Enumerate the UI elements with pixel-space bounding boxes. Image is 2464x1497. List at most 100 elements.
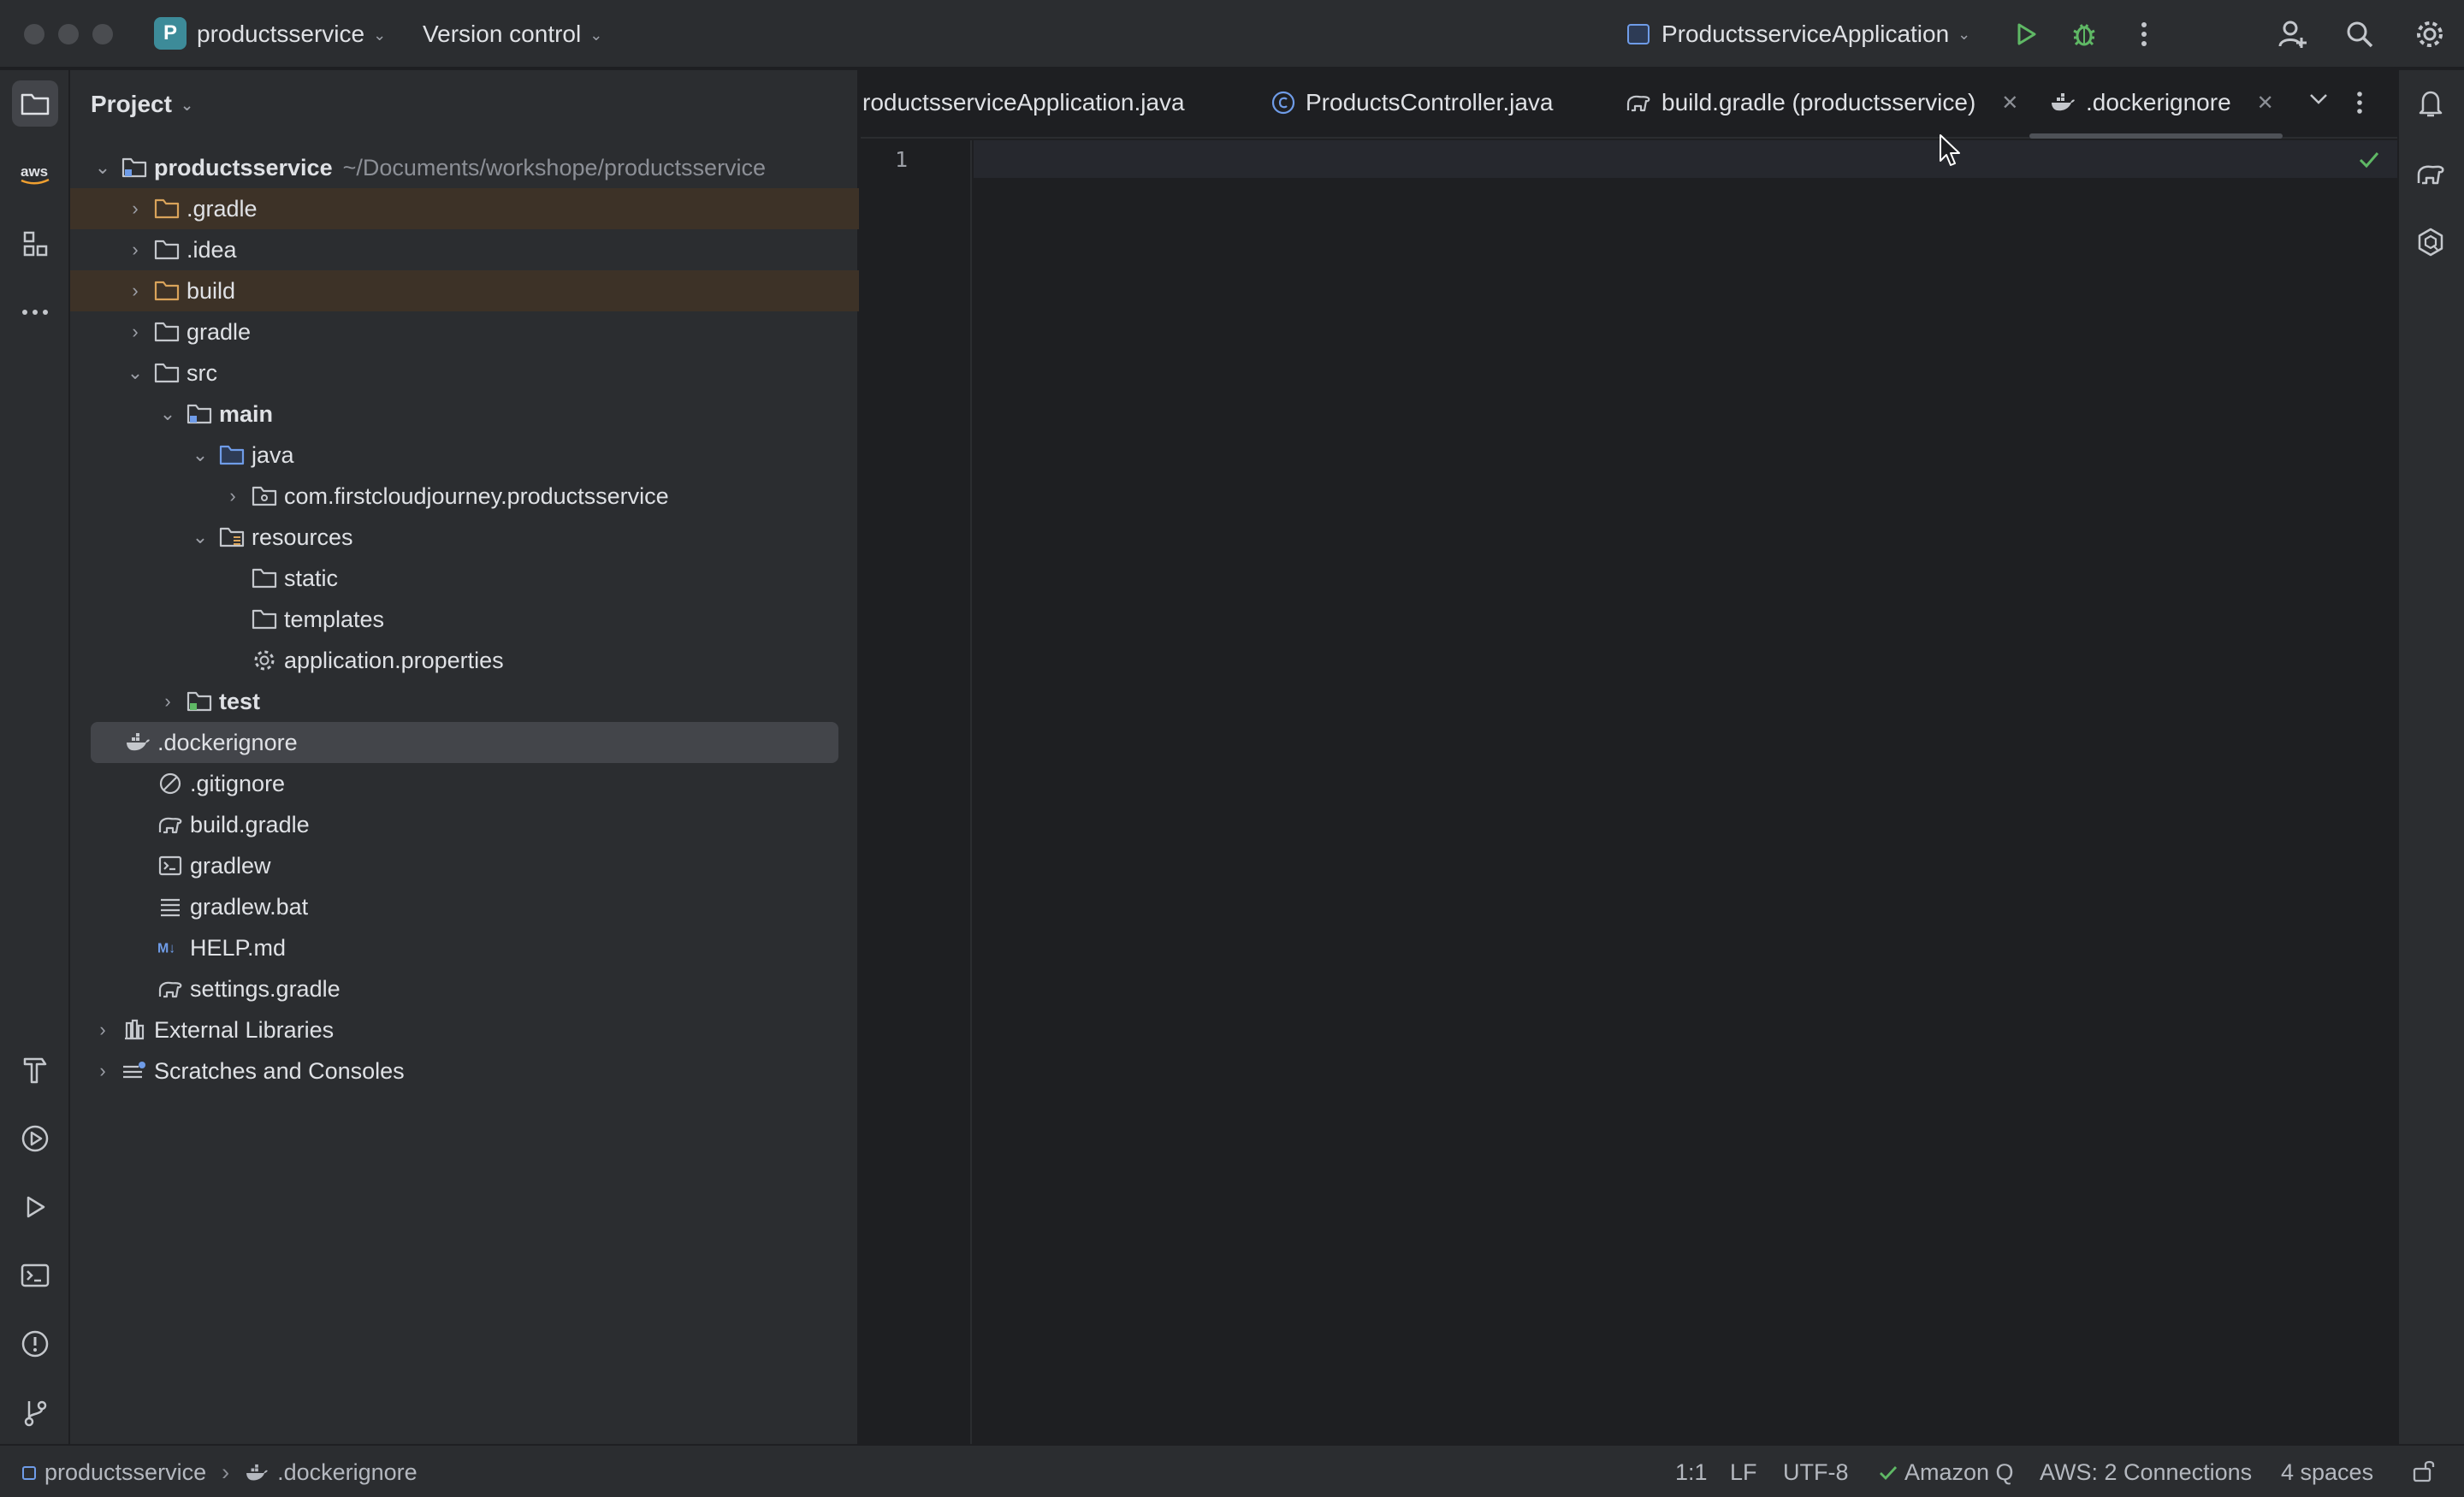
file-encoding[interactable]: UTF-8 xyxy=(1783,1459,1849,1486)
tree-row-static[interactable]: static xyxy=(70,558,859,599)
chevron-right-icon[interactable]: › xyxy=(125,198,145,220)
tree-row-test[interactable]: › test xyxy=(70,681,859,722)
project-panel-title: Project xyxy=(91,91,172,117)
debug-icon[interactable] xyxy=(2065,15,2103,53)
run-tool-window-icon[interactable] xyxy=(12,1184,58,1230)
tree-label: static xyxy=(284,565,339,591)
close-icon[interactable]: ✕ xyxy=(2001,91,2018,115)
breadcrumb-file[interactable]: .dockerignore xyxy=(277,1459,418,1486)
code-editor[interactable]: 1 xyxy=(861,140,2397,1444)
settings-gear-icon[interactable] xyxy=(2411,15,2449,53)
tree-label: .idea xyxy=(187,236,237,263)
window-minimize-button[interactable] xyxy=(58,24,79,44)
project-folder-icon[interactable] xyxy=(12,80,58,127)
tree-row-gradlew[interactable]: gradlew xyxy=(70,845,859,886)
vcs-menu[interactable]: Version control ⌄ xyxy=(423,21,602,48)
folder-icon xyxy=(252,606,277,632)
close-icon[interactable]: ✕ xyxy=(2257,91,2274,115)
tree-row-package[interactable]: › com.firstcloudjourney.productsservice xyxy=(70,476,859,517)
no-problems-check-icon[interactable] xyxy=(2358,151,2380,169)
notifications-bell-icon[interactable] xyxy=(2408,80,2454,127)
docker-icon xyxy=(245,1464,269,1482)
chevron-down-icon[interactable]: ⌄ xyxy=(190,526,210,548)
indent-setting[interactable]: 4 spaces xyxy=(2281,1459,2373,1486)
tree-label: main xyxy=(219,400,274,427)
chevron-down-icon[interactable]: ⌄ xyxy=(92,157,113,179)
tab-build-gradle[interactable]: build.gradle (productsservice) ✕ xyxy=(1626,89,2018,116)
amazon-q-hexagon-icon[interactable] xyxy=(2408,219,2454,265)
tree-row-dockerignore[interactable]: .dockerignore xyxy=(91,722,838,763)
lock-open-icon[interactable] xyxy=(2411,1458,2437,1483)
project-badge[interactable]: P xyxy=(154,17,187,50)
tree-label: build.gradle xyxy=(190,811,310,837)
tree-row-build[interactable]: › build xyxy=(70,270,859,311)
tree-row-gradle[interactable]: › gradle xyxy=(70,311,859,352)
more-tool-windows-icon[interactable] xyxy=(12,289,58,335)
tree-row-templates[interactable]: templates xyxy=(70,599,859,640)
terminal-icon[interactable] xyxy=(12,1252,58,1299)
tree-row-build-gradle[interactable]: build.gradle xyxy=(70,804,859,845)
chevron-down-icon[interactable]: ⌄ xyxy=(157,403,178,425)
tab-productsservice-application[interactable]: roductsserviceApplication.java xyxy=(862,89,1185,116)
tab-list-chevron-icon[interactable] xyxy=(2308,92,2329,106)
tree-row-java[interactable]: ⌄ java xyxy=(70,435,859,476)
tree-label: settings.gradle xyxy=(190,975,341,1002)
svg-text:M↓: M↓ xyxy=(157,942,175,956)
project-view-selector[interactable]: Project ⌄ xyxy=(91,91,193,118)
project-name: productsservice xyxy=(197,21,365,47)
git-branch-icon[interactable] xyxy=(12,1389,58,1435)
search-icon[interactable] xyxy=(2341,15,2378,53)
gradle-elephant-icon xyxy=(1626,92,1651,114)
tree-row-productsservice[interactable]: ⌄ productsservice ~/Documents/workshope/… xyxy=(70,147,859,188)
code-with-me-icon[interactable] xyxy=(2274,15,2312,53)
window-maximize-button[interactable] xyxy=(92,24,113,44)
line-separator[interactable]: LF xyxy=(1730,1459,1757,1486)
tree-row-src[interactable]: ⌄ src xyxy=(70,352,859,393)
package-icon xyxy=(252,483,277,509)
tab-dockerignore[interactable]: .dockerignore ✕ xyxy=(2050,89,2274,116)
chevron-right-icon[interactable]: › xyxy=(125,280,145,302)
chevron-right-icon[interactable]: › xyxy=(92,1060,113,1082)
tree-row-external-libraries[interactable]: › External Libraries xyxy=(70,1009,859,1050)
editor-tab-bar: roductsserviceApplication.java ProductsC… xyxy=(861,70,2397,139)
tree-row-application-properties[interactable]: application.properties xyxy=(70,640,859,681)
tree-row-scratches[interactable]: › Scratches and Consoles xyxy=(70,1050,859,1092)
tree-row-resources[interactable]: ⌄ resources xyxy=(70,517,859,558)
tree-row-settings-gradle[interactable]: settings.gradle xyxy=(70,968,859,1009)
tree-row-main[interactable]: ⌄ main xyxy=(70,393,859,435)
project-selector[interactable]: productsservice ⌄ xyxy=(197,21,386,48)
aws-toolkit-icon[interactable]: aws xyxy=(12,151,58,197)
tree-row-dot-gradle[interactable]: › .gradle xyxy=(70,188,859,229)
tree-row-idea[interactable]: › .idea xyxy=(70,229,859,270)
breadcrumb-project[interactable]: productsservice xyxy=(44,1459,206,1486)
gear-file-icon xyxy=(252,648,277,673)
more-vertical-icon[interactable] xyxy=(2125,15,2163,53)
problems-icon[interactable] xyxy=(12,1321,58,1367)
right-tool-window-strip xyxy=(2397,70,2464,1444)
structure-icon[interactable] xyxy=(12,221,58,267)
tree-row-gradlew-bat[interactable]: gradlew.bat xyxy=(70,886,859,927)
tree-label: java xyxy=(252,441,294,468)
chevron-down-icon[interactable]: ⌄ xyxy=(190,444,210,466)
chevron-down-icon[interactable]: ⌄ xyxy=(125,362,145,384)
services-icon[interactable] xyxy=(12,1115,58,1162)
window-close-button[interactable] xyxy=(24,24,44,44)
chevron-right-icon[interactable]: › xyxy=(125,239,145,261)
tab-products-controller[interactable]: ProductsController.java xyxy=(1271,89,1553,116)
caret-position[interactable]: 1:1 xyxy=(1675,1459,1708,1486)
chevron-right-icon[interactable]: › xyxy=(222,485,243,507)
run-icon[interactable] xyxy=(2007,15,2045,53)
tab-more-vertical-icon[interactable] xyxy=(2356,91,2363,115)
tree-label: build xyxy=(187,277,236,304)
amazon-q-status[interactable]: Amazon Q xyxy=(1879,1459,2014,1486)
ignore-file-icon xyxy=(157,771,183,796)
gradle-elephant-icon[interactable] xyxy=(2408,151,2454,197)
run-config-selector[interactable]: ProductsserviceApplication ⌄ xyxy=(1627,21,1970,48)
tree-row-gitignore[interactable]: .gitignore xyxy=(70,763,859,804)
chevron-right-icon[interactable]: › xyxy=(157,690,178,713)
chevron-right-icon[interactable]: › xyxy=(125,321,145,343)
build-hammer-icon[interactable] xyxy=(12,1047,58,1093)
chevron-right-icon[interactable]: › xyxy=(92,1019,113,1041)
aws-connections[interactable]: AWS: 2 Connections xyxy=(2040,1459,2252,1486)
tree-row-help-md[interactable]: M↓ HELP.md xyxy=(70,927,859,968)
